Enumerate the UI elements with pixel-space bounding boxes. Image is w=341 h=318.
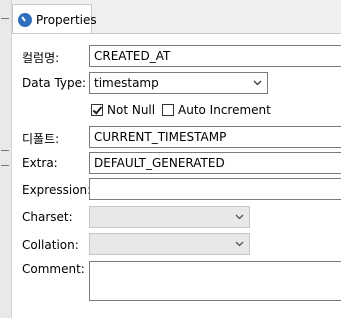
chevron-down-icon	[253, 80, 262, 86]
extra-field[interactable]: DEFAULT_GENERATED	[89, 152, 341, 174]
strip-marker	[1, 150, 9, 151]
expression-label: Expression:	[22, 183, 92, 197]
properties-icon	[18, 12, 32, 27]
tab-bar: Properties	[12, 0, 341, 34]
expression-field[interactable]	[89, 178, 341, 200]
auto-increment-checkbox[interactable]	[162, 104, 174, 116]
left-side-strip	[0, 0, 12, 318]
default-field[interactable]: CURRENT_TIMESTAMP	[89, 126, 341, 148]
tab-properties-label: Properties	[36, 12, 97, 27]
auto-increment-label: Auto Increment	[178, 103, 271, 117]
collation-label: Collation:	[22, 238, 79, 252]
strip-marker	[1, 18, 9, 19]
column-name-field[interactable]: CREATED_AT	[89, 45, 341, 67]
charset-select	[89, 206, 250, 228]
strip-marker	[1, 165, 9, 166]
data-type-select[interactable]: timestamp	[89, 72, 268, 94]
comment-textarea[interactable]	[89, 261, 341, 301]
extra-label: Extra:	[22, 156, 58, 170]
column-name-label: 컬럼명:	[22, 51, 60, 65]
tab-properties[interactable]: Properties	[12, 4, 97, 34]
data-type-value: timestamp	[94, 76, 159, 90]
data-type-label: Data Type:	[22, 76, 87, 90]
not-null-label: Not Null	[107, 103, 156, 117]
chevron-down-icon	[235, 241, 244, 247]
properties-panel: 컬럼명: CREATED_AT Data Type: timestamp Not…	[12, 33, 341, 318]
not-null-option[interactable]: Not Null	[91, 103, 155, 117]
collation-select	[89, 233, 250, 255]
chevron-down-icon	[235, 214, 244, 220]
charset-label: Charset:	[22, 210, 73, 224]
comment-label: Comment:	[22, 262, 85, 276]
auto-increment-option[interactable]: Auto Increment	[162, 103, 271, 117]
default-label: 디폴트:	[22, 132, 60, 146]
not-null-checkbox[interactable]	[91, 104, 103, 116]
